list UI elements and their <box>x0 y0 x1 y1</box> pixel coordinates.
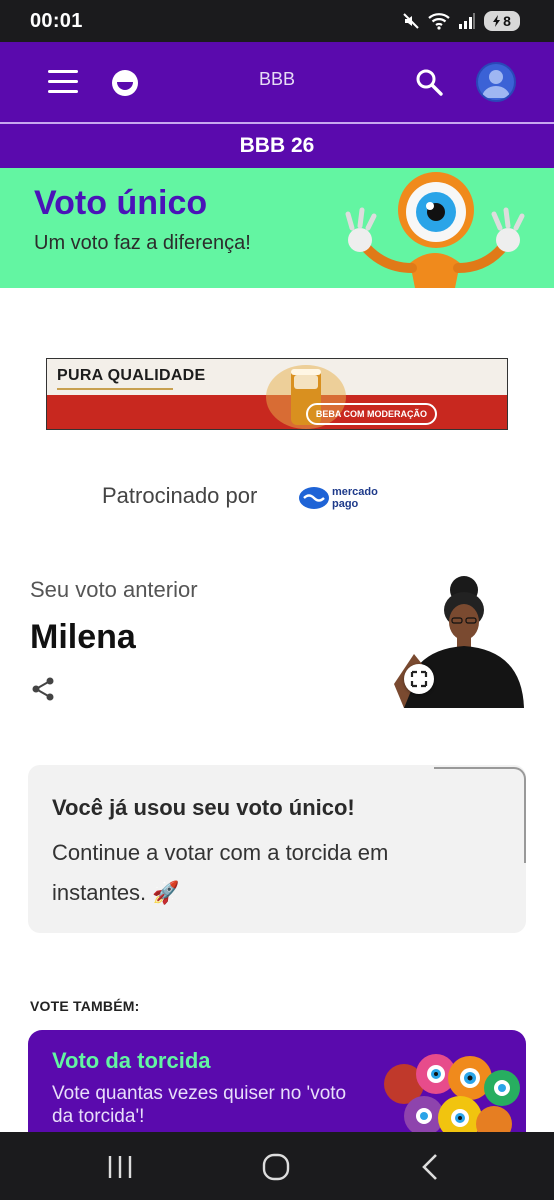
share-icon[interactable] <box>30 676 56 702</box>
mute-icon <box>403 13 419 29</box>
hero-subtitle: Um voto faz a diferença! <box>34 232 251 254</box>
sponsor-brand-line1: mercado <box>332 486 378 498</box>
user-avatar[interactable] <box>476 62 516 102</box>
handshake-icon <box>299 487 329 509</box>
sponsor-label: Patrocinado por <box>102 483 258 508</box>
battery-indicator: 8 <box>484 11 520 31</box>
sponsor-brand-line2: pago <box>332 498 359 510</box>
user-icon <box>482 70 510 98</box>
recent-apps-icon[interactable] <box>100 1152 140 1182</box>
charging-icon <box>493 15 501 27</box>
home-icon[interactable] <box>256 1152 296 1182</box>
previous-vote-name: Milena <box>30 618 136 656</box>
system-navigation-bar <box>0 1132 554 1200</box>
back-icon[interactable] <box>412 1152 452 1182</box>
notice-title: Você já usou seu voto único! <box>52 795 355 820</box>
hero-banner: Voto único Um voto faz a diferença! <box>0 168 554 288</box>
previous-vote-label: Seu voto anterior <box>30 577 198 602</box>
expand-photo-button[interactable] <box>404 664 434 694</box>
status-icons: 8 <box>402 11 520 31</box>
ad-underline <box>57 388 173 390</box>
torcida-title: Voto da torcida <box>52 1048 211 1073</box>
mercado-pago-logo[interactable]: mercado pago <box>298 483 388 513</box>
expand-icon <box>410 670 428 688</box>
ad-headline: PURA QUALIDADE <box>57 367 206 384</box>
vote-used-notice: Você já usou seu voto único! Continue a … <box>28 765 526 933</box>
menu-icon-line <box>48 90 78 93</box>
ad-warning-badge: BEBA COM MODERAÇÃO <box>305 403 437 425</box>
status-time: 00:01 <box>30 10 83 32</box>
battery-level: 8 <box>503 13 511 29</box>
torcida-description: Vote quantas vezes quiser no 'voto da to… <box>52 1083 347 1127</box>
advertisement-banner[interactable]: PURA QUALIDADE BEBA COM MODERAÇÃO <box>46 358 508 430</box>
section-title: BBB 26 <box>0 124 554 168</box>
big-brother-eye-mascot <box>345 172 525 288</box>
wifi-icon <box>428 13 450 30</box>
app-title: BBB <box>258 69 296 89</box>
hero-title: Voto único <box>34 184 208 222</box>
status-bar: 00:01 8 <box>0 0 554 42</box>
top-app-bar: BBB <box>0 42 554 122</box>
notice-body: Continue a votar com a torcida em instan… <box>52 840 389 905</box>
vote-also-label: VOTE TAMBÉM: <box>30 998 140 1014</box>
search-icon[interactable] <box>414 67 444 97</box>
signal-icon <box>459 13 475 29</box>
